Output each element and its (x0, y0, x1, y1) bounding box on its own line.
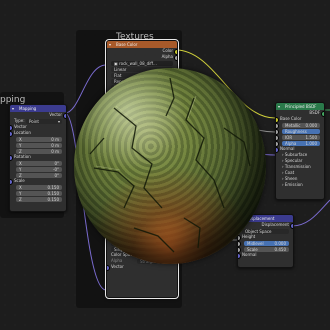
section-label: Coat (284, 170, 295, 175)
metallic-label: Metallic (285, 122, 301, 128)
metallic-value: 0.000 (305, 122, 317, 128)
section-label: Emission (284, 182, 303, 187)
dropdown-arrow-icon: ▾ (57, 118, 60, 124)
collapse-chevron-icon[interactable]: ▾ (278, 103, 280, 110)
bsdf-header[interactable]: ▾ Principled BSDF (276, 103, 324, 110)
field-value: 0.150 (47, 184, 59, 190)
emission-panel-toggle[interactable]: › Emission (276, 182, 324, 188)
axis-label: Y (19, 166, 22, 172)
collapse-chevron-icon[interactable]: ▾ (109, 41, 111, 48)
axis-label: Z (19, 172, 22, 178)
color-output-label: Color (162, 48, 173, 53)
image-texture-header[interactable]: ▾ Base Color (107, 41, 177, 48)
mapping-node-title: Mapping (19, 106, 37, 111)
field-value: 0.150 (47, 190, 59, 196)
normal-label: Normal (280, 146, 295, 151)
axis-label: X (19, 160, 22, 166)
basecolor-label: Base Color (280, 116, 302, 121)
section-label: Specular (284, 158, 303, 163)
mapping-rotation-label: Rotation (14, 154, 31, 159)
material-preview-sphere (74, 68, 266, 264)
alpha-output-label: Alpha (161, 54, 173, 59)
mapping-location-label: Location (14, 130, 31, 135)
wire-displacement-out-right (291, 199, 330, 227)
mapping-vector-out-label: Vector (49, 112, 62, 117)
collapse-chevron-icon[interactable]: ▾ (12, 105, 14, 112)
principled-bsdf-node[interactable]: ▾ Principled BSDF BSDF Base Color Metall… (275, 102, 325, 200)
location-z-field[interactable]: Z 0 m (16, 148, 62, 154)
axis-label: Y (19, 190, 22, 196)
field-value: 0.150 (47, 196, 59, 202)
rotation-y-field[interactable]: Y -0° (16, 166, 62, 172)
vector-input-socket-2[interactable] (107, 265, 110, 271)
roughness-label: Roughness (285, 128, 307, 134)
mapping-node-header[interactable]: ▾ Mapping (10, 105, 66, 112)
section-label: Subsurface (284, 152, 308, 157)
scale-y-field[interactable]: Y 0.150 (16, 190, 62, 196)
axis-label: X (19, 136, 22, 142)
section-label: Sheen (284, 176, 298, 181)
field-value: -0° (53, 166, 59, 172)
ior-value: 1.500 (305, 134, 317, 140)
rock-cracks (89, 77, 251, 253)
field-value: 0 m (51, 142, 59, 148)
midlevel-value: 0.000 (274, 240, 286, 246)
mapping-type-dropdown[interactable]: Point ▾ (26, 118, 62, 124)
scale-x-field[interactable]: X 0.150 (16, 184, 62, 190)
mapping-node[interactable]: ▾ Mapping Vector Type: Point ▾ Vector Loc… (9, 104, 67, 212)
image-name: rock_wall_08_diff... (119, 60, 157, 66)
ior-field[interactable]: IOR 1.500 (282, 134, 320, 140)
axis-label: Z (19, 148, 22, 154)
alpha-value: 1.000 (305, 140, 317, 146)
field-value: 0° (54, 172, 59, 178)
field-value: 0° (54, 160, 59, 166)
image-datablock-selector[interactable]: ▣ rock_wall_08_diff... (111, 60, 173, 66)
location-y-field[interactable]: Y 0 m (16, 142, 62, 148)
mapping-vector-in-label: Vector (14, 124, 27, 129)
vector-input-label: Vector (111, 264, 124, 269)
axis-label: X (19, 184, 22, 190)
field-value: 0 m (51, 148, 59, 154)
section-label: Transmission (284, 164, 311, 169)
axis-label: Y (19, 142, 22, 148)
mapping-type-label: Type: (14, 118, 25, 123)
metallic-field[interactable]: Metallic 0.000 (282, 122, 320, 128)
rotation-z-field[interactable]: Z 0° (16, 172, 62, 178)
scale-value: 0.450 (274, 246, 286, 252)
alpha-field[interactable]: Alpha 1.000 (282, 140, 320, 146)
image-texture-title: Base Color (116, 42, 138, 47)
roughness-field[interactable]: Roughness (282, 128, 320, 134)
scale-z-field[interactable]: Z 0.150 (16, 196, 62, 202)
location-x-field[interactable]: X 0 m (16, 136, 62, 142)
ior-label: IOR (285, 134, 293, 140)
mapping-scale-label: Scale (14, 178, 25, 183)
rotation-x-field[interactable]: X 0° (16, 160, 62, 166)
axis-label: Z (19, 196, 22, 202)
bsdf-title: Principled BSDF (285, 104, 317, 109)
mapping-type-value: Point (29, 118, 39, 124)
alpha-label: Alpha (285, 140, 297, 146)
bsdf-output-label: BSDF (309, 110, 320, 115)
field-value: 0 m (51, 136, 59, 142)
